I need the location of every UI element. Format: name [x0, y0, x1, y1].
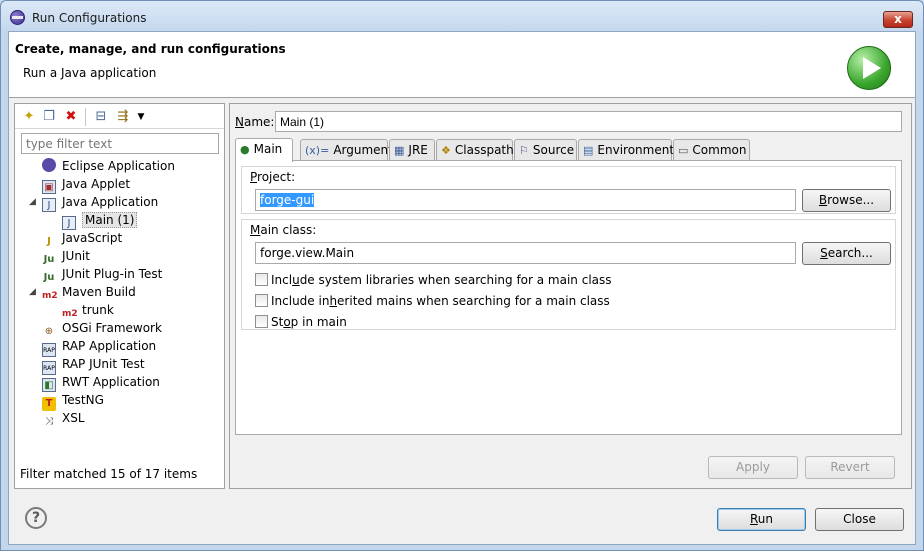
- dialog-body: Create, manage, and run configurations R…: [8, 31, 916, 545]
- main-class-label: Main class:: [250, 223, 317, 237]
- search-button[interactable]: Search...: [802, 242, 891, 265]
- duplicate-configuration-icon[interactable]: ❐: [41, 109, 57, 125]
- name-label: Name:: [235, 115, 275, 129]
- revert-button[interactable]: Revert: [805, 456, 895, 479]
- checkbox-box[interactable]: [255, 315, 268, 328]
- tree-item-rap-junit-test[interactable]: RAP RAP JUnit Test: [42, 355, 145, 375]
- header-subtitle: Run a Java application: [23, 66, 157, 80]
- tab-environment[interactable]: ▤ Environment: [578, 139, 674, 161]
- filter-input[interactable]: [21, 133, 219, 154]
- collapse-all-icon[interactable]: ⊟: [93, 109, 109, 125]
- run-button[interactable]: Run: [717, 508, 806, 531]
- header-title: Create, manage, and run configurations: [15, 42, 286, 56]
- tree-item-eclipse-application[interactable]: Eclipse Application: [42, 157, 175, 175]
- tree-item-testng[interactable]: T TestNG: [42, 391, 104, 411]
- expand-arrow-icon[interactable]: ◢: [29, 193, 36, 211]
- eclipse-app-icon: [10, 10, 25, 25]
- window-title: Run Configurations: [32, 11, 147, 25]
- tab-bar: ● Main (x)= Arguments ▦ JRE ❖ Classpath ⚐ Sou…: [235, 138, 902, 162]
- configurations-toolbar: ✦ ❐ ✖ ⊟ ⇶ ▼: [15, 104, 224, 129]
- project-label: Project:: [250, 170, 296, 184]
- main-class-group: Main class: forge.view.Main Search... In…: [241, 219, 896, 330]
- tab-jre[interactable]: ▦ JRE: [389, 139, 435, 161]
- project-group: Project: forge-gui Browse...: [241, 166, 896, 214]
- dialog-header: Create, manage, and run configurations R…: [9, 32, 915, 98]
- maven-icon: m2: [42, 291, 58, 301]
- close-button[interactable]: Close: [815, 508, 904, 531]
- browse-button[interactable]: Browse...: [802, 189, 891, 212]
- include-inherited-mains-checkbox[interactable]: Include inherited mains when searching f…: [255, 294, 610, 308]
- tree-item-trunk[interactable]: m2 trunk: [62, 301, 114, 319]
- source-icon: ⚐: [519, 144, 529, 157]
- tab-common[interactable]: ▭ Common: [673, 139, 750, 161]
- tab-source[interactable]: ⚐ Source: [514, 139, 577, 161]
- eclipse-icon: [42, 158, 56, 172]
- filter-status-text: Filter matched 15 of 17 items: [20, 467, 198, 481]
- run-banner-icon: [847, 46, 891, 90]
- tab-main[interactable]: ● Main: [235, 138, 293, 162]
- main-tab-icon: ●: [240, 143, 250, 156]
- tree-item-java-application[interactable]: ◢ J Java Application: [29, 193, 158, 212]
- tree-item-osgi-framework[interactable]: ⊕ OSGi Framework: [42, 319, 162, 337]
- tab-classpath[interactable]: ❖ Classpath: [436, 139, 514, 161]
- project-input[interactable]: forge-gui: [255, 189, 796, 211]
- tree-item-junit[interactable]: Ju JUnit: [42, 247, 90, 265]
- run-configurations-window: Run Configurations x Create, manage, and…: [0, 0, 924, 551]
- filter-dropdown-icon[interactable]: ▼: [133, 109, 149, 125]
- checkbox-box[interactable]: [255, 273, 268, 286]
- tree-item-xsl[interactable]: ⤨ XSL: [42, 409, 85, 427]
- common-icon: ▭: [678, 144, 689, 157]
- xsl-icon: ⤨: [45, 416, 53, 427]
- classpath-icon: ❖: [441, 144, 451, 157]
- java-app-icon: J: [42, 198, 56, 212]
- configurations-panel: ✦ ❐ ✖ ⊟ ⇶ ▼ Eclipse Application ▣Java Ap…: [14, 103, 225, 489]
- filter-configurations-icon[interactable]: ⇶: [115, 109, 131, 125]
- tree-item-java-applet[interactable]: ▣ Java Applet: [42, 175, 130, 194]
- configuration-editor-panel: Name: ●Main (x)=Arguments ▦JRE ❖Classpat…: [229, 103, 912, 489]
- delete-configuration-icon[interactable]: ✖: [63, 109, 79, 125]
- name-input[interactable]: [275, 111, 902, 132]
- tree-item-javascript[interactable]: J JavaScript: [42, 229, 122, 247]
- tree-item-rap-application[interactable]: RAP RAP Application: [42, 337, 156, 357]
- stop-in-main-checkbox[interactable]: Stop in main: [255, 315, 347, 329]
- tree-item-maven-build[interactable]: ◢ m2 Maven Build: [29, 283, 136, 301]
- toolbar-separator: [85, 108, 86, 126]
- apply-button[interactable]: Apply: [708, 456, 798, 479]
- main-class-input[interactable]: forge.view.Main: [255, 242, 796, 264]
- environment-icon: ▤: [583, 144, 594, 157]
- applet-icon: ▣: [42, 180, 56, 194]
- expand-arrow-icon[interactable]: ◢: [29, 283, 36, 301]
- java-app-icon: J: [62, 216, 76, 230]
- tree-item-main-1[interactable]: J Main (1): [62, 211, 138, 230]
- title-bar[interactable]: Run Configurations x: [1, 1, 923, 31]
- rwt-icon: ◧: [42, 378, 56, 392]
- tree-item-rwt-application[interactable]: ◧ RWT Application: [42, 373, 160, 392]
- main-tab-content: Project: forge-gui Browse... Main class:…: [235, 160, 902, 435]
- checkbox-box[interactable]: [255, 294, 268, 307]
- arguments-icon: (x)=: [305, 144, 330, 157]
- tree-item-junit-plugin-test[interactable]: Ju JUnit Plug-in Test: [42, 265, 163, 283]
- include-system-libraries-checkbox[interactable]: Include system libraries when searching …: [255, 273, 612, 287]
- help-icon[interactable]: ?: [25, 507, 47, 529]
- tab-arguments[interactable]: (x)= Arguments: [300, 139, 399, 161]
- jre-icon: ▦: [394, 144, 405, 157]
- window-close-button[interactable]: x: [883, 11, 913, 28]
- new-configuration-icon[interactable]: ✦: [21, 109, 37, 125]
